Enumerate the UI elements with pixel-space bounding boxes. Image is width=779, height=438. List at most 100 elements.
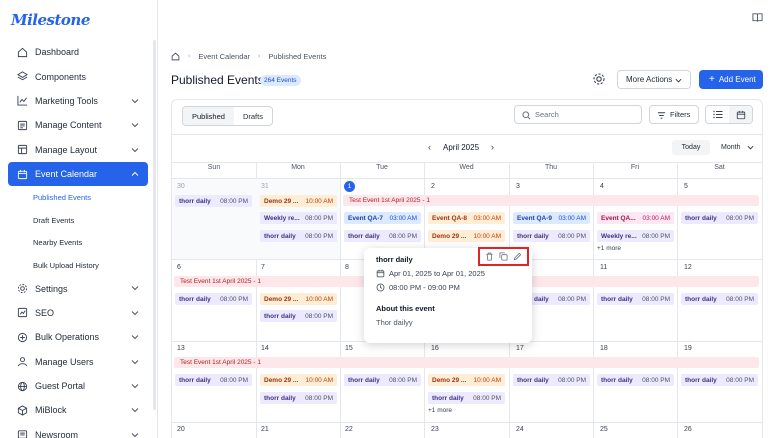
next-month-chevron-icon[interactable]: › (491, 142, 494, 152)
filters-button[interactable]: Filters (649, 105, 699, 124)
day-number[interactable]: 8 (345, 264, 349, 271)
sidebar-item-label: Marketing Tools (35, 95, 98, 106)
breadcrumb-item-event-calendar[interactable]: Event Calendar (198, 52, 250, 61)
event-chip[interactable]: thorr daily 08:00 PM (597, 374, 674, 386)
event-chip[interactable]: thorr daily 08:00 PM (344, 374, 421, 386)
sidebar-item-manage-content[interactable]: Manage Content (8, 113, 148, 137)
event-chip[interactable]: thorr daily 08:00 PM (175, 374, 252, 386)
sidebar-item-manage-layout[interactable]: Manage Layout (8, 138, 148, 162)
event-chip[interactable]: thorr daily 08:00 PM (175, 195, 252, 207)
edit-icon[interactable] (513, 252, 522, 261)
day-number[interactable]: 19 (684, 345, 692, 352)
day-number[interactable]: 24 (516, 426, 524, 433)
brand-logo[interactable]: Milestone (11, 11, 90, 29)
event-chip[interactable]: thorr daily 08:00 PM (513, 374, 590, 386)
today-button[interactable]: Today (672, 140, 710, 155)
event-chip[interactable]: Event QA-8 03:00 AM (428, 212, 505, 224)
calendar-icon (736, 110, 745, 119)
sidebar-item-manage-users[interactable]: Manage Users (8, 350, 148, 374)
day-number[interactable]: 21 (261, 426, 269, 433)
event-chip[interactable]: thorr daily 08:00 PM (175, 293, 252, 305)
sidebar-item-settings[interactable]: Settings (8, 276, 148, 300)
tab-published[interactable]: Published (183, 107, 234, 125)
event-chip[interactable]: thorr daily 08:00 PM (681, 293, 758, 305)
day-number[interactable]: 6 (177, 264, 181, 271)
event-chip[interactable]: Demo 29 ... 10:00 AM (260, 293, 337, 305)
multi-day-event-bar[interactable]: Test Event 1st April 2025 - 1 (174, 357, 759, 368)
search-input[interactable]: Search (514, 105, 642, 124)
event-chip[interactable]: thorr daily 08:00 PM (260, 230, 337, 242)
event-chip[interactable]: Demo 29 ... 10:00 AM (428, 374, 505, 386)
event-chip[interactable]: thorr daily 08:00 PM (260, 392, 337, 404)
event-time: 08:00 PM (305, 312, 333, 320)
event-chip[interactable]: thorr daily 08:00 PM (681, 374, 758, 386)
sidebar-item-components[interactable]: Components (8, 64, 148, 88)
duplicate-icon[interactable] (499, 252, 508, 261)
day-number[interactable]: 12 (684, 264, 692, 271)
event-chip[interactable]: Demo 29 ... 10:00 AM (428, 230, 505, 242)
more-events-link[interactable]: +1 more (597, 245, 621, 252)
sidebar-item-marketing-tools[interactable]: Marketing Tools (8, 89, 148, 113)
tab-drafts[interactable]: Drafts (234, 107, 272, 125)
delete-icon[interactable] (485, 252, 494, 261)
day-number[interactable]: 7 (261, 264, 265, 271)
sidebar-item-miblock[interactable]: MiBlock (8, 398, 148, 422)
sidebar-subitem-nearby-events[interactable]: Nearby Events (8, 231, 148, 254)
event-chip[interactable]: Event QA-7 03:00 AM (344, 212, 421, 224)
day-number[interactable]: 2 (431, 183, 435, 190)
day-number[interactable]: 26 (684, 426, 692, 433)
day-number[interactable]: 23 (431, 426, 439, 433)
more-events-link[interactable]: +1 more (428, 407, 452, 414)
event-chip[interactable]: Event QA... 03:00 AM (597, 212, 674, 224)
sidebar-item-bulk-operations[interactable]: Bulk Operations (8, 325, 148, 349)
add-event-button[interactable]: + Add Event (699, 70, 763, 89)
sidebar-subitem-bulk-upload-history[interactable]: Bulk Upload History (8, 254, 148, 277)
event-chip[interactable]: thorr daily 08:00 PM (681, 212, 758, 224)
event-chip[interactable]: thorr daily 08:00 PM (513, 230, 590, 242)
event-chip[interactable]: thorr daily 08:00 PM (260, 310, 337, 322)
day-number[interactable]: 11 (600, 264, 607, 271)
day-number[interactable]: 30 (177, 183, 185, 190)
event-chip[interactable]: Weekly re... 08:00 PM (260, 212, 337, 224)
multi-day-event-bar[interactable]: Test Event 1st April 2025 - 1 (343, 195, 759, 206)
day-number[interactable]: 4 (600, 183, 604, 190)
event-chip[interactable]: Event QA-9 03:00 AM (513, 212, 590, 224)
more-actions-button[interactable]: More Actions (617, 70, 691, 89)
sidebar-subitem-published-events[interactable]: Published Events (8, 186, 148, 209)
sidebar-item-seo[interactable]: SEO (8, 301, 148, 325)
day-number[interactable]: 22 (345, 426, 353, 433)
day-number[interactable]: 18 (600, 345, 608, 352)
view-select[interactable]: Month (716, 140, 758, 155)
list-view-button[interactable] (706, 106, 729, 123)
settings-gear-icon[interactable] (592, 72, 606, 86)
sidebar-item-guest-portal[interactable]: Guest Portal (8, 374, 148, 398)
day-number[interactable]: 14 (261, 345, 269, 352)
day-number[interactable]: 17 (516, 345, 524, 352)
event-chip[interactable]: thorr daily 08:00 PM (344, 230, 421, 242)
day-number[interactable]: 20 (177, 426, 185, 433)
sidebar-item-newsroom[interactable]: Newsroom (8, 423, 148, 438)
day-number[interactable]: 3 (516, 183, 520, 190)
event-chip[interactable]: Demo 29 ... 10:00 AM (260, 195, 337, 207)
day-number[interactable]: 5 (684, 183, 688, 190)
day-number[interactable]: 15 (345, 345, 353, 352)
home-icon[interactable] (171, 52, 180, 61)
sidebar-item-event-calendar[interactable]: Event Calendar (8, 161, 148, 187)
prev-month-chevron-icon[interactable]: ‹ (428, 142, 431, 152)
day-number[interactable]: 31 (261, 183, 269, 190)
day-number[interactable]: 16 (431, 345, 439, 352)
search-placeholder: Search (535, 110, 559, 119)
sidebar-scrollbar[interactable] (153, 40, 156, 410)
event-chip[interactable]: Demo 29 ... 10:00 AM (260, 374, 337, 386)
event-chip[interactable]: thorr daily 08:00 PM (597, 293, 674, 305)
sidebar-item-label: Manage Users (35, 356, 94, 367)
book-icon[interactable] (752, 12, 763, 23)
sidebar-subitem-draft-events[interactable]: Draft Events (8, 209, 148, 232)
sidebar-item-dashboard[interactable]: Dashboard (8, 40, 148, 64)
today-day-number[interactable]: 1 (344, 181, 355, 192)
day-number[interactable]: 13 (177, 345, 185, 352)
event-chip[interactable]: thorr daily 08:00 PM (428, 392, 505, 404)
event-chip[interactable]: Weekly re... 08:00 PM (597, 230, 674, 242)
calendar-view-button[interactable] (729, 106, 752, 123)
day-number[interactable]: 25 (600, 426, 608, 433)
